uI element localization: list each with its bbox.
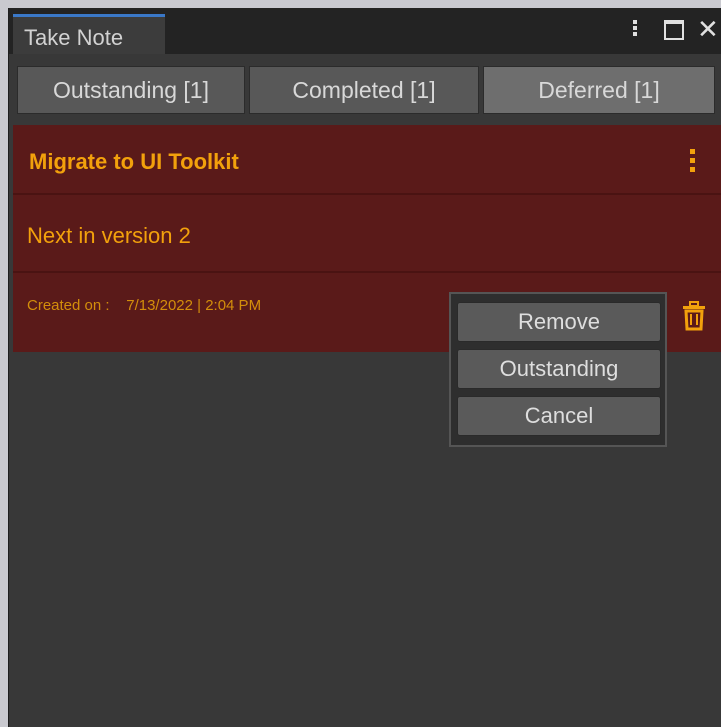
- note-title: Migrate to UI Toolkit: [29, 149, 239, 174]
- created-label: Created on :: [27, 297, 110, 314]
- context-menu: Remove Outstanding Cancel: [449, 292, 667, 447]
- tab-outstanding[interactable]: Outstanding [1]: [17, 66, 245, 114]
- tab-deferred[interactable]: Deferred [1]: [483, 66, 715, 114]
- note-created: Created on : 7/13/2022 | 2:04 PM: [27, 297, 261, 314]
- status-tabbar: Outstanding [1] Completed [1] Deferred […: [17, 66, 721, 116]
- maximize-icon[interactable]: [664, 20, 684, 40]
- close-icon[interactable]: ✕: [697, 16, 719, 42]
- trash-icon[interactable]: [681, 301, 707, 331]
- take-note-window: Take Note ✕ Outstanding [1] Completed [1…: [8, 8, 721, 727]
- cancel-button[interactable]: Cancel: [457, 396, 661, 436]
- remove-button-label: Remove: [518, 309, 600, 334]
- window-tab-title: Take Note: [24, 25, 124, 50]
- window-titlebar: Take Note ✕: [9, 8, 721, 54]
- remove-button[interactable]: Remove: [457, 302, 661, 342]
- note-body: Next in version 2: [13, 195, 721, 273]
- tab-deferred-label: Deferred [1]: [538, 76, 660, 103]
- more-options-icon[interactable]: [630, 18, 640, 42]
- tab-outstanding-label: Outstanding [1]: [53, 76, 209, 103]
- outstanding-button[interactable]: Outstanding: [457, 349, 661, 389]
- note-description: Next in version 2: [27, 223, 191, 248]
- tab-completed-label: Completed [1]: [292, 76, 436, 103]
- created-value: 7/13/2022 | 2:04 PM: [126, 297, 262, 314]
- outstanding-button-label: Outstanding: [499, 356, 619, 381]
- note-header: Migrate to UI Toolkit: [13, 125, 721, 195]
- window-tab[interactable]: Take Note: [13, 14, 165, 54]
- cancel-button-label: Cancel: [524, 403, 594, 428]
- tab-completed[interactable]: Completed [1]: [249, 66, 479, 114]
- note-menu-icon[interactable]: [690, 149, 696, 176]
